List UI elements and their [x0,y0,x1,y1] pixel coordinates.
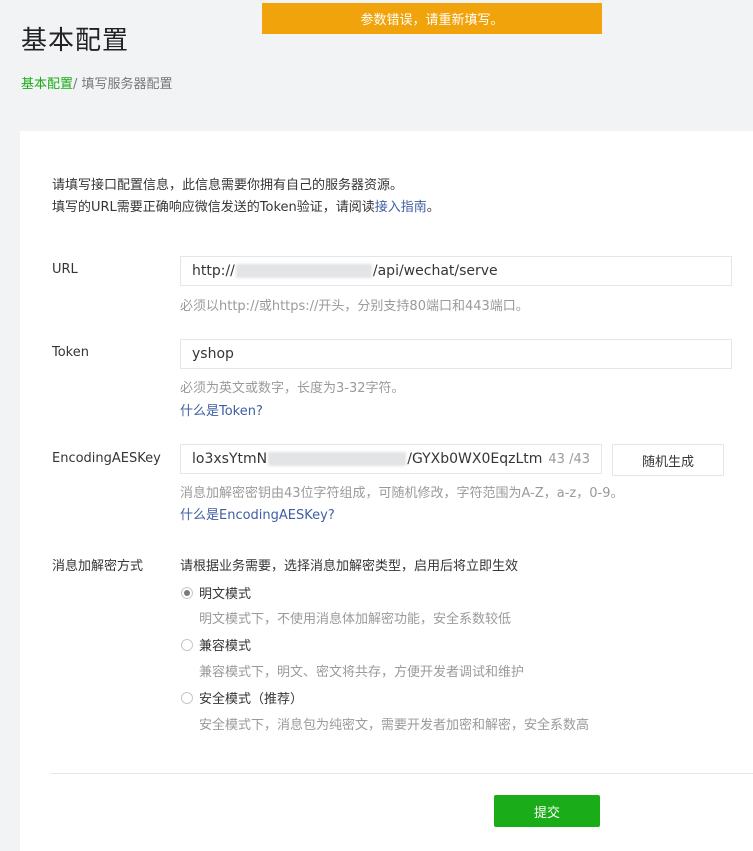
what-is-aes-key-link[interactable]: 什么是EncodingAESKey? [180,504,335,523]
error-toast: 参数错误，请重新填写。 [262,3,602,34]
plaintext-mode-desc: 明文模式下，不使用消息体加解密功能，安全系数较低 [199,612,512,627]
aes-key-hint: 消息加解密密钥由43位字符组成，可随机修改，字符范围为A-Z，a-z，0-9。 [180,486,624,501]
page-title: 基本配置 [21,26,130,56]
what-is-token-link[interactable]: 什么是Token? [180,400,263,419]
radio-unchecked-icon [181,691,193,704]
encryption-mode-label: 消息加解密方式 [52,559,144,574]
token-label: Token [52,345,89,360]
aes-key-value-prefix: lo3xsYtmN [192,451,268,467]
intro-text: 请填写接口配置信息，此信息需要你拥有自己的服务器资源。 填写的URL需要正确响应… [52,175,440,219]
secure-mode-desc: 安全模式下，消息包为纯密文，需要开发者加密和解密，安全系数高 [199,718,590,733]
breadcrumb: 基本配置/ 填写服务器配置 [21,73,173,92]
intro-line-2: 填写的URL需要正确响应微信发送的Token验证，请阅读接入指南。 [52,197,440,219]
radio-compatible-label: 兼容模式 [199,639,252,654]
radio-secure-mode[interactable]: 安全模式（推荐） [181,688,303,707]
url-hint: 必须以http://或https://开头，分别支持80端口和443端口。 [180,299,529,314]
radio-compatible-mode[interactable]: 兼容模式 [181,635,251,654]
compatible-mode-desc: 兼容模式下，明文、密文将共存，方便开发者调试和维护 [199,665,525,680]
aes-key-label: EncodingAESKey [52,451,161,466]
radio-unchecked-icon [181,638,193,651]
form-divider [51,773,753,774]
url-value-prefix: http:// [192,263,235,279]
breadcrumb-link-basic-config[interactable]: 基本配置 [21,77,73,92]
config-form-card: 请填写接口配置信息，此信息需要你拥有自己的服务器资源。 填写的URL需要正确响应… [20,131,753,851]
radio-plaintext-label: 明文模式 [199,587,252,602]
error-toast-message: 参数错误，请重新填写。 [360,13,504,28]
aes-key-value-suffix: /GYXb0WX0EqzLtm [407,451,543,467]
redacted-key [268,452,407,466]
breadcrumb-separator: / [73,77,82,92]
url-value-suffix: /api/wechat/serve [372,263,498,279]
aes-key-length-counter: 43 /43 [548,451,590,467]
breadcrumb-current: 填写服务器配置 [81,77,173,92]
token-value: yshop [192,346,234,362]
access-guide-link[interactable]: 接入指南 [375,200,427,215]
url-label: URL [52,262,78,277]
intro-line-1: 请填写接口配置信息，此信息需要你拥有自己的服务器资源。 [52,178,404,193]
aes-key-input[interactable]: lo3xsYtmN/GYXb0WX0EqzLtm 43 /43 [180,444,602,474]
radio-checked-icon [181,586,193,599]
radio-secure-label: 安全模式（推荐） [199,692,304,707]
intro-line-2-prefix: 填写的URL需要正确响应微信发送的Token验证，请阅读 [52,200,375,215]
radio-plaintext-mode[interactable]: 明文模式 [181,583,251,602]
random-generate-button[interactable]: 随机生成 [612,444,724,476]
url-input[interactable]: http:// /api/wechat/serve [180,256,732,286]
intro-line-2-suffix: 。 [426,200,440,215]
submit-button[interactable]: 提交 [494,795,600,827]
redacted-domain [235,264,372,278]
encryption-mode-description: 请根据业务需要，选择消息加解密类型，启用后将立即生效 [180,559,519,574]
token-input[interactable]: yshop [180,339,732,369]
token-hint: 必须为英文或数字，长度为3-32字符。 [180,381,405,396]
